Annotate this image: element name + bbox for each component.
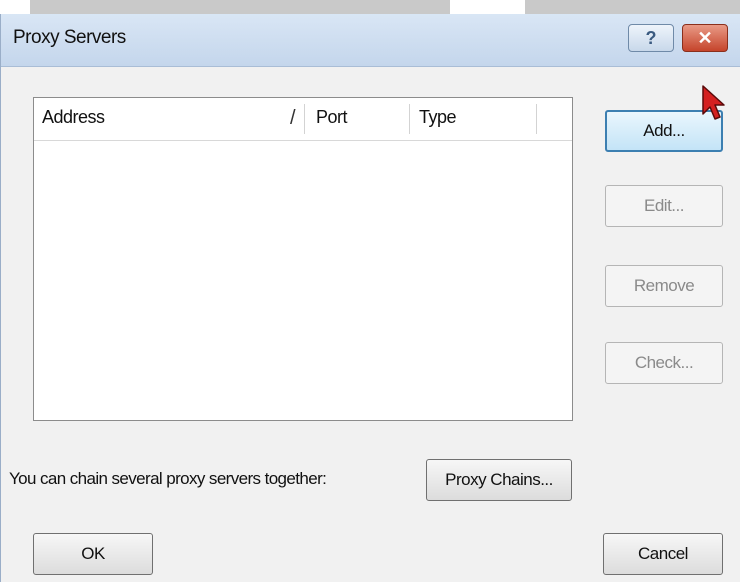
help-icon: ? — [645, 27, 657, 48]
title-bar[interactable]: Proxy Servers ? ✕ — [1, 14, 740, 67]
edit-button[interactable]: Edit... — [605, 185, 723, 227]
sort-indicator: / — [290, 107, 296, 129]
background-strip-left — [30, 0, 450, 14]
column-header-address[interactable]: Address — [42, 107, 105, 128]
cancel-button[interactable]: Cancel — [603, 533, 723, 575]
list-header: Address / Port Type — [34, 98, 572, 141]
column-header-port[interactable]: Port — [316, 107, 348, 128]
background-strip-right — [525, 0, 740, 14]
column-divider[interactable] — [409, 104, 410, 134]
proxy-server-list[interactable]: Address / Port Type — [33, 97, 573, 421]
proxy-chains-button[interactable]: Proxy Chains... — [426, 459, 572, 501]
chain-note: You can chain several proxy servers toge… — [9, 469, 327, 488]
column-divider[interactable] — [536, 104, 537, 134]
arrow-cursor-icon — [702, 85, 725, 120]
column-divider[interactable] — [304, 104, 305, 134]
ok-button[interactable]: OK — [33, 533, 153, 575]
window-title: Proxy Servers — [13, 27, 126, 48]
dialog-body: Address / Port Type Add... Edit... Remov… — [1, 67, 740, 582]
column-header-type[interactable]: Type — [419, 107, 457, 128]
check-button[interactable]: Check... — [605, 342, 723, 384]
close-button[interactable]: ✕ — [682, 24, 728, 52]
close-icon: ✕ — [697, 27, 713, 48]
remove-button[interactable]: Remove — [605, 265, 723, 307]
help-button[interactable]: ? — [628, 24, 674, 52]
proxy-servers-dialog: Proxy Servers ? ✕ Address / Port Type Ad… — [0, 14, 740, 582]
